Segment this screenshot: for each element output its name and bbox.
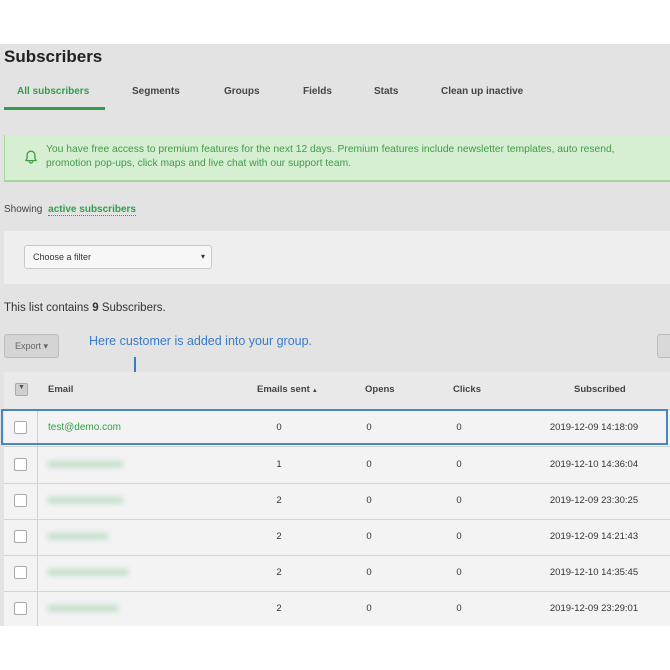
emails-sent-value: 2 bbox=[276, 495, 282, 506]
emails-sent-value: 0 bbox=[276, 422, 282, 433]
clicks-value: 0 bbox=[456, 495, 462, 506]
table-row[interactable]: xxxxxxxxxxxxxxx 1 0 0 2019-12-10 14:36:0… bbox=[4, 447, 670, 484]
subscribed-date: 2019-12-09 23:30:25 bbox=[549, 495, 639, 506]
subscribed-date: 2019-12-09 23:29:01 bbox=[549, 603, 639, 614]
emails-sent-value: 2 bbox=[276, 603, 282, 614]
opens-value: 0 bbox=[366, 567, 372, 578]
table-row[interactable]: xxxxxxxxxxxxxxxx 2 0 0 2019-12-10 14:35:… bbox=[4, 555, 670, 592]
opens-value: 0 bbox=[366, 531, 372, 542]
tab-stats[interactable]: Stats bbox=[374, 86, 398, 97]
premium-notice-banner: You have free access to premium features… bbox=[4, 135, 670, 182]
active-subscribers-link[interactable]: active subscribers bbox=[48, 204, 136, 216]
opens-value: 0 bbox=[366, 495, 372, 506]
table-header: ▼ Email Emails sent ▲ Opens Clicks Subscr… bbox=[4, 372, 670, 410]
tab-all-subscribers[interactable]: All subscribers bbox=[17, 86, 89, 97]
tab-clean-up-inactive[interactable]: Clean up inactive bbox=[441, 86, 523, 97]
active-tab-indicator bbox=[4, 107, 105, 110]
caret-down-icon: ▾ bbox=[200, 252, 205, 261]
subscribed-date: 2019-12-09 14:21:43 bbox=[549, 531, 639, 542]
column-header-emails-sent-label: Emails sent bbox=[257, 384, 310, 395]
column-header-emails-sent[interactable]: Emails sent ▲ bbox=[257, 384, 318, 395]
column-divider bbox=[37, 409, 38, 626]
export-button[interactable]: Export ▾ bbox=[4, 334, 59, 358]
table-row[interactable]: xxxxxxxxxxxx 2 0 0 2019-12-09 14:21:43 bbox=[4, 519, 670, 556]
annotation-text: Here customer is added into your group. bbox=[89, 334, 313, 348]
count-value: 9 bbox=[92, 302, 99, 314]
opens-value: 0 bbox=[366, 422, 372, 433]
subscriber-email[interactable]: xxxxxxxxxxxxxxx bbox=[48, 459, 123, 470]
tab-groups[interactable]: Groups bbox=[224, 86, 260, 97]
clicks-value: 0 bbox=[456, 603, 462, 614]
showing-label: Showing bbox=[4, 204, 43, 215]
count-suffix: Subscribers. bbox=[101, 302, 166, 314]
tab-bar: All subscribers Segments Groups Fields S… bbox=[0, 86, 670, 112]
row-checkbox[interactable] bbox=[14, 566, 27, 579]
row-checkbox[interactable] bbox=[14, 458, 27, 471]
table-row[interactable]: test@demo.com 0 0 0 2019-12-09 14:18:09 bbox=[4, 410, 670, 447]
column-header-clicks[interactable]: Clicks bbox=[453, 384, 481, 395]
subscriber-email[interactable]: xxxxxxxxxxxxxxx bbox=[48, 495, 123, 506]
subscribers-table: ▼ Email Emails sent ▲ Opens Clicks Subscr… bbox=[4, 372, 670, 626]
opens-value: 0 bbox=[366, 459, 372, 470]
row-checkbox[interactable] bbox=[14, 602, 27, 615]
column-header-opens[interactable]: Opens bbox=[365, 384, 395, 395]
clicks-value: 0 bbox=[456, 567, 462, 578]
clicks-value: 0 bbox=[456, 459, 462, 470]
table-row[interactable]: xxxxxxxxxxxxxxx 2 0 0 2019-12-09 23:30:2… bbox=[4, 483, 670, 520]
bell-icon bbox=[25, 150, 37, 164]
row-checkbox[interactable] bbox=[14, 530, 27, 543]
tab-fields[interactable]: Fields bbox=[303, 86, 332, 97]
subscriber-count: This list contains 9 Subscribers. bbox=[4, 302, 166, 314]
emails-sent-value: 2 bbox=[276, 567, 282, 578]
tab-segments[interactable]: Segments bbox=[132, 86, 180, 97]
subscriber-email[interactable]: xxxxxxxxxxxx bbox=[48, 531, 108, 542]
clicks-value: 0 bbox=[456, 531, 462, 542]
emails-sent-value: 1 bbox=[276, 459, 282, 470]
showing-filter-line: Showing active subscribers bbox=[4, 204, 136, 216]
count-prefix: This list contains bbox=[4, 302, 90, 314]
subscribed-date: 2019-12-09 14:18:09 bbox=[549, 422, 639, 433]
filter-panel: Choose a filter ▾ bbox=[4, 231, 670, 284]
sort-ascending-icon: ▲ bbox=[311, 388, 318, 394]
subscribers-page: Subscribers All subscribers Segments Gro… bbox=[0, 44, 670, 626]
emails-sent-value: 2 bbox=[276, 531, 282, 542]
opens-value: 0 bbox=[366, 603, 372, 614]
caret-down-icon: ▼ bbox=[18, 384, 25, 391]
column-header-email[interactable]: Email bbox=[48, 384, 73, 395]
subscriber-email[interactable]: xxxxxxxxxxxxxxxx bbox=[48, 567, 128, 578]
subscribed-date: 2019-12-10 14:35:45 bbox=[549, 567, 639, 578]
select-all-checkbox[interactable]: ▼ bbox=[15, 383, 28, 396]
row-checkbox[interactable] bbox=[14, 421, 27, 434]
table-row[interactable]: xxxxxxxxxxxxxx 2 0 0 2019-12-09 23:29:01 bbox=[4, 591, 670, 626]
premium-notice-text: You have free access to premium features… bbox=[46, 144, 615, 169]
column-header-subscribed[interactable]: Subscribed bbox=[574, 384, 626, 395]
page-title: Subscribers bbox=[4, 47, 103, 66]
toolbar-action-button[interactable] bbox=[657, 334, 670, 358]
subscribed-date: 2019-12-10 14:36:04 bbox=[549, 459, 639, 470]
filter-dropdown-value: Choose a filter bbox=[33, 252, 92, 262]
subscriber-email[interactable]: test@demo.com bbox=[48, 422, 121, 433]
filter-dropdown[interactable]: Choose a filter ▾ bbox=[24, 245, 212, 269]
row-checkbox[interactable] bbox=[14, 494, 27, 507]
clicks-value: 0 bbox=[456, 422, 462, 433]
subscriber-email[interactable]: xxxxxxxxxxxxxx bbox=[48, 603, 118, 614]
